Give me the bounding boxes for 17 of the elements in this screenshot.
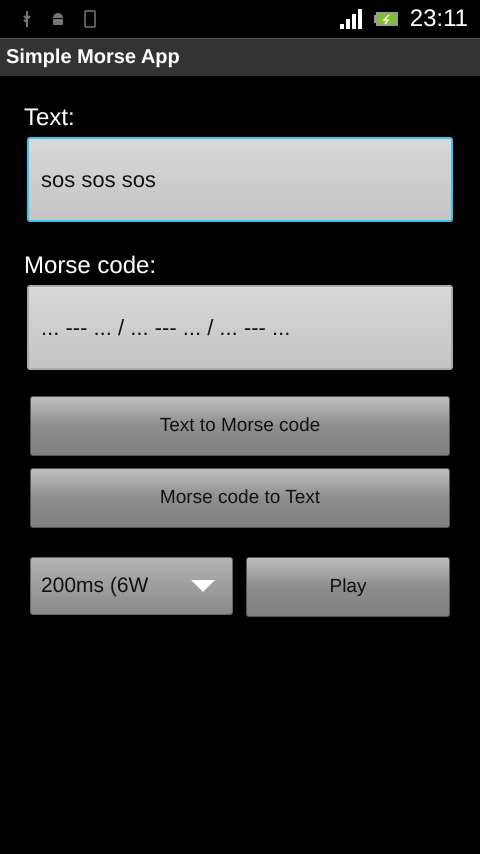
- phone-icon: [84, 10, 96, 28]
- convert-button[interactable]: Text to Morse code: [30, 396, 450, 456]
- field-label: Text:: [24, 104, 76, 132]
- android-icon: [50, 11, 66, 27]
- input-field[interactable]: ... --- ... / ... --- ... / ... --- ...: [27, 285, 453, 370]
- input-field[interactable]: sos sos sos: [27, 137, 453, 222]
- dropdown-value: 200ms (6W: [40, 574, 150, 598]
- caret-icon: [191, 580, 215, 592]
- signal-icon: [340, 9, 362, 29]
- play-button[interactable]: Play: [246, 557, 450, 617]
- clock: 23:11: [410, 5, 468, 33]
- speed-dropdown[interactable]: 200ms (6W: [30, 557, 233, 615]
- battery-icon: [374, 11, 398, 27]
- convert-button[interactable]: Morse code to Text: [30, 468, 450, 528]
- usb-icon: [22, 10, 32, 28]
- app-title: Simple Morse App: [6, 46, 180, 69]
- field-label: Morse code:: [24, 252, 158, 280]
